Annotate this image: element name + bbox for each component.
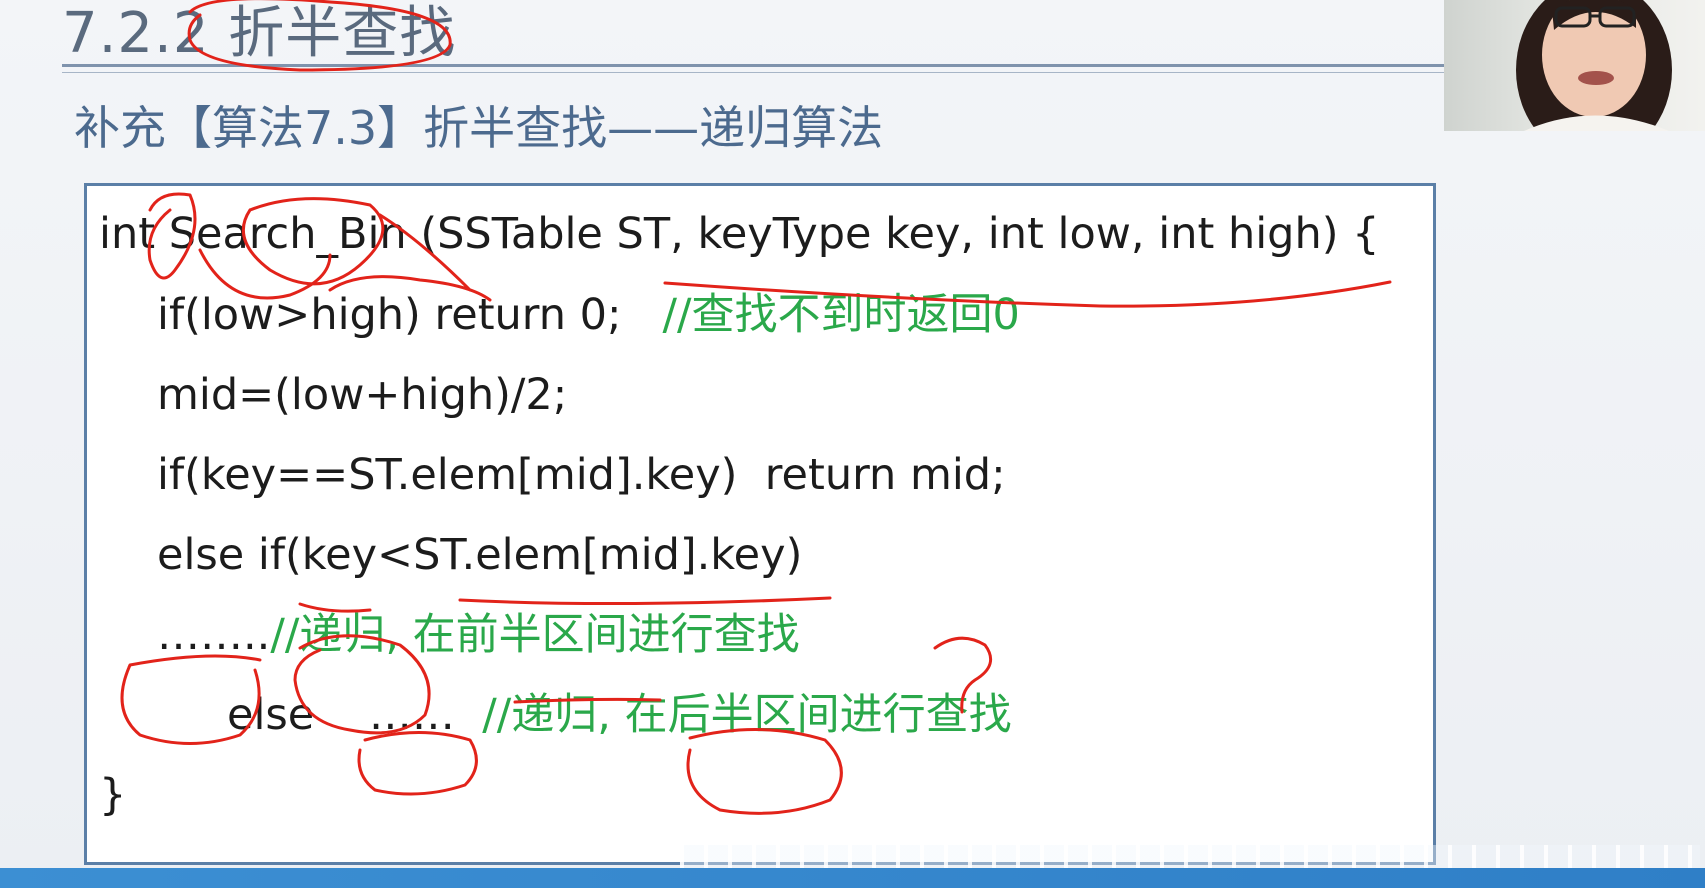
bottom-bar xyxy=(0,868,1705,888)
slide-subtitle: 补充【算法7.3】折半查找——递归算法 xyxy=(74,101,884,155)
section-title: 7.2.2 折半查找 xyxy=(62,1,457,66)
code-block: int Search_Bin (SSTable ST, keyType key,… xyxy=(84,183,1436,865)
code-text: if(low>high) return 0; xyxy=(157,290,663,340)
slide-canvas: 7.2.2 折半查找 补充【算法7.3】折半查找——递归算法 int Searc… xyxy=(0,0,1705,888)
video-artifact xyxy=(680,845,1700,868)
code-comment: //递归, 在前半区间进行查找 xyxy=(270,610,800,660)
code-line-recurse-left: ……..//递归, 在前半区间进行查找 xyxy=(157,614,800,657)
title-rule xyxy=(62,64,1444,67)
code-line-base-case: if(low>high) return 0; //查找不到时返回0 xyxy=(157,294,1020,337)
code-text: else …… xyxy=(227,690,483,740)
code-comment: //查找不到时返回0 xyxy=(662,290,1020,340)
code-text: …….. xyxy=(157,610,271,660)
title-rule-thin xyxy=(62,72,1444,73)
presenter-video xyxy=(1516,0,1672,160)
code-line-found: if(key==ST.elem[mid].key) return mid; xyxy=(157,450,1006,500)
code-line-recurse-right: else …… //递归, 在后半区间进行查找 xyxy=(227,694,1012,737)
code-line-close-brace: } xyxy=(99,770,127,820)
code-line-signature: int Search_Bin (SSTable ST, keyType key,… xyxy=(99,209,1380,259)
code-comment: //递归, 在后半区间进行查找 xyxy=(482,690,1012,740)
webcam-overlay xyxy=(1444,0,1705,160)
code-line-else-if: else if(key<ST.elem[mid].key) xyxy=(157,530,803,580)
code-line-mid: mid=(low+high)/2; xyxy=(157,370,568,420)
